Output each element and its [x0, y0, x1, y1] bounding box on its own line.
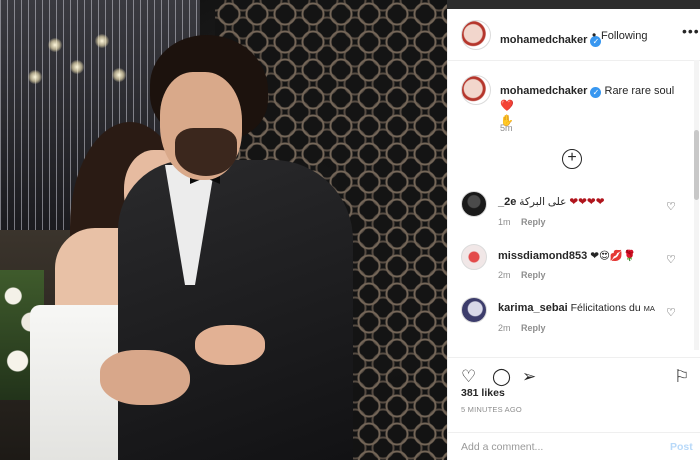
reply-button[interactable]: Reply [521, 217, 546, 227]
caption-timestamp: 5m [500, 123, 513, 133]
verified-badge-icon: ✓ [590, 87, 602, 98]
comment-username[interactable]: missdiamond853 [498, 250, 587, 262]
comment-item: _2e على البركة ❤❤❤❤ 1m Reply ♡ [448, 191, 700, 241]
post-comment-button[interactable]: Post [670, 441, 693, 453]
following-button[interactable]: Following [601, 30, 647, 42]
hand [195, 325, 265, 365]
post-photo[interactable] [0, 0, 447, 460]
caption-body: Rare rare soul [604, 85, 675, 97]
comment-meta: 2m Reply [498, 323, 546, 333]
more-options-icon[interactable]: ••• [682, 23, 700, 39]
caption-username[interactable]: mohamedchaker [500, 85, 587, 97]
comment-like-heart-icon[interactable]: ♡ [666, 306, 676, 319]
comment-timestamp: 2m [498, 270, 511, 280]
heart-icon[interactable]: ♡ [461, 368, 476, 385]
author-avatar[interactable] [461, 20, 491, 50]
commenter-avatar[interactable] [461, 244, 487, 270]
comment-text: missdiamond853 ❤😍💋🌹 [498, 249, 636, 262]
comment-composer: Post [448, 432, 700, 460]
comment-input[interactable] [461, 439, 651, 455]
username[interactable]: mohamedchaker [500, 34, 587, 46]
comment-suffix: MA [643, 304, 655, 313]
comment-emoji: ❤❤❤❤ [569, 196, 605, 208]
man-beard [175, 128, 237, 176]
likes-count[interactable]: 381 likes [461, 387, 505, 399]
author-username-link[interactable]: mohamedchaker ✓ [500, 30, 602, 48]
reply-button[interactable]: Reply [521, 270, 546, 280]
commenter-avatar[interactable] [461, 297, 487, 323]
comment-body: على البركة [519, 196, 567, 208]
comment-emoji: ❤😍💋🌹 [590, 250, 637, 262]
comment-username[interactable]: karima_sebai [498, 302, 568, 314]
load-more-comments-icon[interactable]: + [562, 149, 582, 169]
man-suit [118, 160, 353, 460]
reply-button[interactable]: Reply [521, 323, 546, 333]
comment-body: Félicitations du [570, 302, 641, 314]
separator-dot: • [592, 28, 597, 42]
caption-text: mohamedchaker ✓ Rare rare soul ❤️ ✋ [500, 84, 690, 129]
hand [100, 350, 190, 405]
send-icon[interactable]: ➢ [522, 368, 536, 385]
comment-timestamp: 1m [498, 217, 511, 227]
comment-item: karima_sebai Félicitations du MA 2m Repl… [448, 297, 700, 347]
post-action-bar: ♡ ◯ ➢ ⚐ [448, 357, 700, 387]
scrollbar-thumb[interactable] [694, 130, 699, 200]
post-side-panel: mohamedchaker ✓ • Following ••• mohamedch… [447, 9, 700, 460]
comment-meta: 2m Reply [498, 270, 546, 280]
comment-item: missdiamond853 ❤😍💋🌹 2m Reply ♡ [448, 244, 700, 294]
post-header: mohamedchaker ✓ • Following ••• [448, 9, 700, 61]
comment-meta: 1m Reply [498, 217, 546, 227]
comment-timestamp: 2m [498, 323, 511, 333]
bookmark-icon[interactable]: ⚐ [674, 368, 689, 385]
comment-like-heart-icon[interactable]: ♡ [666, 200, 676, 213]
commenter-avatar[interactable] [461, 191, 487, 217]
comment-icon[interactable]: ◯ [492, 368, 511, 385]
author-avatar[interactable] [461, 75, 491, 105]
comment-text: karima_sebai Félicitations du MA [498, 302, 655, 314]
heart-emoji: ❤️ [500, 100, 514, 112]
comment-text: _2e على البركة ❤❤❤❤ [498, 196, 605, 208]
window-top-bar-right [447, 0, 700, 9]
comment-like-heart-icon[interactable]: ♡ [666, 253, 676, 266]
comment-username[interactable]: _2e [498, 196, 516, 208]
post-timestamp: 5 MINUTES AGO [461, 405, 522, 414]
comments-scrollbar[interactable] [694, 60, 699, 350]
